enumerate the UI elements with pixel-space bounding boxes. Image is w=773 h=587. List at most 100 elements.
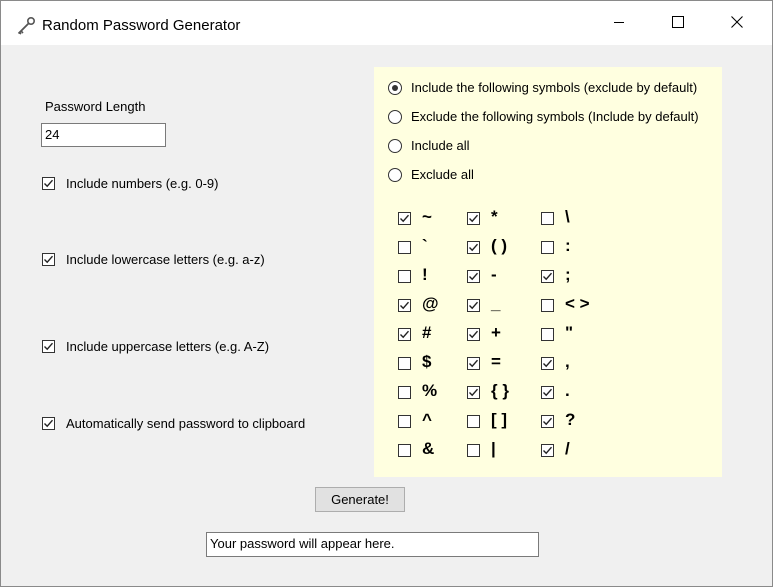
symbol-label[interactable]: \ bbox=[565, 207, 570, 227]
symbol-label[interactable]: : bbox=[565, 236, 571, 256]
checkmark-icon bbox=[44, 179, 54, 188]
symbol-label[interactable]: ( ) bbox=[491, 236, 507, 256]
checkmark-icon bbox=[469, 388, 479, 397]
checkmark-icon bbox=[44, 419, 54, 428]
symbol-label[interactable]: ! bbox=[422, 265, 428, 285]
symbol-checkbox[interactable] bbox=[541, 357, 554, 370]
password-output-field[interactable]: Your password will appear here. bbox=[206, 532, 539, 557]
symbol-mode-label[interactable]: Exclude all bbox=[411, 167, 474, 182]
symbol-label[interactable]: @ bbox=[422, 294, 439, 314]
symbol-label[interactable]: / bbox=[565, 439, 570, 459]
symbol-checkbox[interactable] bbox=[467, 328, 480, 341]
symbol-checkbox[interactable] bbox=[541, 386, 554, 399]
symbol-label[interactable]: ^ bbox=[422, 410, 432, 430]
symbol-label[interactable]: | bbox=[491, 439, 496, 459]
symbol-mode-radio[interactable] bbox=[388, 168, 402, 182]
option-label[interactable]: Include uppercase letters (e.g. A-Z) bbox=[66, 339, 269, 354]
checkmark-icon bbox=[469, 214, 479, 223]
radio-dot-icon bbox=[392, 85, 398, 91]
symbol-checkbox[interactable] bbox=[541, 444, 554, 457]
maximize-icon bbox=[671, 15, 684, 31]
minimize-icon bbox=[613, 16, 625, 31]
checkmark-icon bbox=[543, 417, 553, 426]
checkmark-icon bbox=[543, 359, 553, 368]
symbol-checkbox[interactable] bbox=[398, 212, 411, 225]
checkmark-icon bbox=[44, 255, 54, 264]
checkmark-icon bbox=[543, 272, 553, 281]
symbol-label[interactable]: + bbox=[491, 323, 501, 343]
minimize-button[interactable] bbox=[589, 1, 648, 45]
option-checkbox[interactable] bbox=[42, 417, 55, 430]
symbol-checkbox[interactable] bbox=[467, 444, 480, 457]
checkmark-icon bbox=[400, 214, 410, 223]
option-checkbox[interactable] bbox=[42, 177, 55, 190]
symbol-checkbox[interactable] bbox=[398, 357, 411, 370]
symbol-checkbox[interactable] bbox=[398, 415, 411, 428]
symbol-checkbox[interactable] bbox=[541, 241, 554, 254]
symbol-label[interactable]: [ ] bbox=[491, 410, 507, 430]
option-label[interactable]: Automatically send password to clipboard bbox=[66, 416, 305, 431]
symbol-checkbox[interactable] bbox=[467, 299, 480, 312]
symbol-label[interactable]: ; bbox=[565, 265, 571, 285]
symbol-checkbox[interactable] bbox=[541, 328, 554, 341]
symbol-checkbox[interactable] bbox=[398, 444, 411, 457]
symbol-checkbox[interactable] bbox=[467, 357, 480, 370]
symbol-label[interactable]: < > bbox=[565, 294, 590, 314]
symbol-mode-radio[interactable] bbox=[388, 110, 402, 124]
symbol-checkbox[interactable] bbox=[467, 386, 480, 399]
symbol-label[interactable]: ` bbox=[422, 236, 428, 256]
symbol-checkbox[interactable] bbox=[398, 241, 411, 254]
option-checkbox[interactable] bbox=[42, 253, 55, 266]
symbol-label[interactable]: " bbox=[565, 323, 573, 343]
checkmark-icon bbox=[469, 243, 479, 252]
symbol-label[interactable]: ? bbox=[565, 410, 575, 430]
symbol-checkbox[interactable] bbox=[541, 299, 554, 312]
symbol-mode-label[interactable]: Include all bbox=[411, 138, 470, 153]
symbol-checkbox[interactable] bbox=[541, 212, 554, 225]
checkmark-icon bbox=[469, 330, 479, 339]
symbol-label[interactable]: { } bbox=[491, 381, 509, 401]
symbol-checkbox[interactable] bbox=[398, 270, 411, 283]
symbol-label[interactable]: = bbox=[491, 352, 501, 372]
generate-button[interactable]: Generate! bbox=[315, 487, 405, 512]
symbol-mode-label[interactable]: Exclude the following symbols (Include b… bbox=[411, 109, 699, 124]
checkmark-icon bbox=[469, 359, 479, 368]
symbol-checkbox[interactable] bbox=[467, 415, 480, 428]
option-label[interactable]: Include numbers (e.g. 0-9) bbox=[66, 176, 218, 191]
checkmark-icon bbox=[44, 342, 54, 351]
symbol-checkbox[interactable] bbox=[467, 270, 480, 283]
app-window: Random Password Generator Password Lengt… bbox=[0, 0, 773, 587]
checkmark-icon bbox=[400, 330, 410, 339]
symbol-label[interactable]: - bbox=[491, 265, 497, 285]
symbol-label[interactable]: & bbox=[422, 439, 434, 459]
checkmark-icon bbox=[543, 446, 553, 455]
password-length-label: Password Length bbox=[45, 99, 146, 114]
symbol-label[interactable]: % bbox=[422, 381, 437, 401]
symbol-mode-label[interactable]: Include the following symbols (exclude b… bbox=[411, 80, 697, 95]
symbol-label[interactable]: , bbox=[565, 352, 570, 372]
symbol-mode-radio[interactable] bbox=[388, 81, 402, 95]
symbol-checkbox[interactable] bbox=[398, 299, 411, 312]
checkmark-icon bbox=[400, 301, 410, 310]
close-button[interactable] bbox=[707, 1, 766, 45]
symbol-checkbox[interactable] bbox=[467, 212, 480, 225]
symbol-checkbox[interactable] bbox=[541, 415, 554, 428]
symbol-label[interactable]: * bbox=[491, 207, 498, 227]
symbol-checkbox[interactable] bbox=[398, 328, 411, 341]
symbol-label[interactable]: ~ bbox=[422, 207, 432, 227]
symbol-checkbox[interactable] bbox=[541, 270, 554, 283]
symbols-panel: Include the following symbols (exclude b… bbox=[374, 67, 722, 477]
symbol-label[interactable]: . bbox=[565, 381, 570, 401]
option-label[interactable]: Include lowercase letters (e.g. a-z) bbox=[66, 252, 265, 267]
symbol-mode-radio[interactable] bbox=[388, 139, 402, 153]
symbol-label[interactable]: # bbox=[422, 323, 431, 343]
window-title: Random Password Generator bbox=[42, 17, 241, 34]
symbol-label[interactable]: $ bbox=[422, 352, 431, 372]
symbol-label[interactable]: _ bbox=[491, 294, 500, 314]
checkmark-icon bbox=[469, 272, 479, 281]
option-checkbox[interactable] bbox=[42, 340, 55, 353]
password-length-input[interactable]: 24 bbox=[41, 123, 166, 147]
symbol-checkbox[interactable] bbox=[398, 386, 411, 399]
symbol-checkbox[interactable] bbox=[467, 241, 480, 254]
maximize-button[interactable] bbox=[648, 1, 707, 45]
